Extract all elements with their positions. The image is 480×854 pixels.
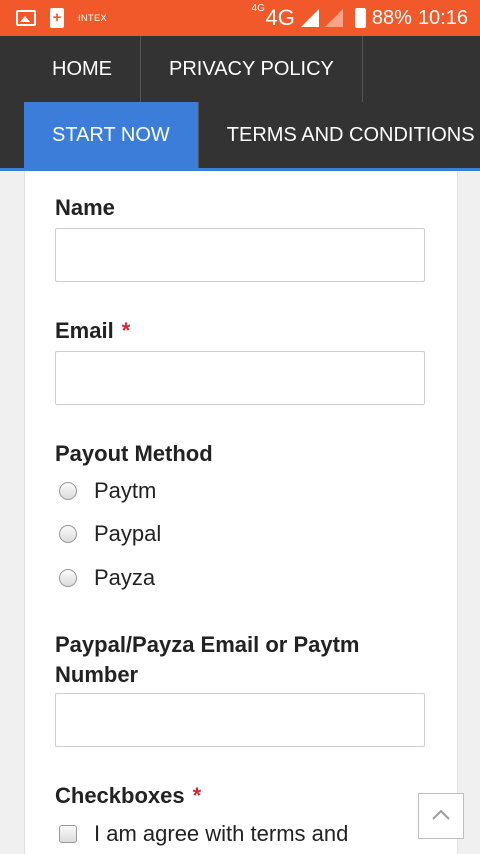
brand-label: INTEX: [78, 13, 108, 23]
battery-percent: 88%: [371, 6, 412, 29]
required-mark-checkboxes: *: [192, 783, 202, 808]
account-field[interactable]: [55, 693, 425, 747]
radio-label-paypal: Paypal: [94, 521, 162, 546]
network-superscript: 4G: [251, 3, 265, 14]
battery-icon: [354, 8, 366, 28]
radio-paytm[interactable]: [59, 482, 77, 500]
nav-item-home[interactable]: HOME: [24, 36, 141, 102]
account-label-line1: Paypal/Payza Email or Paytm: [55, 632, 360, 657]
radio-paypal[interactable]: [59, 525, 77, 543]
main-nav: HOME PRIVACY POLICY START NOW TERMS AND …: [0, 36, 480, 171]
email-field[interactable]: [55, 351, 425, 405]
clock: 10:16: [417, 6, 468, 29]
nav-item-terms-and-conditions[interactable]: TERMS AND CONDITIONS: [199, 102, 480, 168]
scroll-to-top-button[interactable]: [418, 793, 464, 839]
network-type: 4G 4G: [252, 3, 295, 31]
chevron-up-icon: [432, 809, 450, 820]
checkboxes-label-text: Checkboxes: [55, 783, 185, 808]
email-label: Email *: [55, 318, 130, 344]
battery-saver-icon: [50, 8, 64, 28]
name-field[interactable]: [55, 228, 425, 282]
signal-empty-icon: [324, 9, 343, 27]
payout-option-paytm[interactable]: Paytm: [59, 478, 156, 504]
payout-option-paypal[interactable]: Paypal: [59, 521, 161, 547]
payout-method-label: Payout Method: [55, 441, 213, 466]
form-card: Name Email * Payout Method Paytm Paypal P…: [24, 171, 458, 854]
radio-payza[interactable]: [59, 569, 77, 587]
terms-checkbox-label: I am agree with terms and: [94, 821, 349, 846]
name-label: Name: [55, 195, 115, 220]
radio-label-paytm: Paytm: [94, 478, 157, 503]
nav-item-start-now[interactable]: START NOW: [24, 102, 199, 168]
nav-item-privacy-policy[interactable]: PRIVACY POLICY: [141, 36, 363, 102]
required-mark: *: [121, 318, 131, 343]
signal-icon: [300, 9, 319, 27]
radio-label-payza: Payza: [94, 565, 156, 590]
image-icon: [16, 10, 36, 26]
checkboxes-label: Checkboxes *: [55, 783, 201, 809]
terms-checkbox-row[interactable]: I am agree with terms and: [59, 821, 348, 847]
terms-checkbox[interactable]: [59, 825, 77, 843]
nav-row-2: START NOW TERMS AND CONDITIONS: [24, 102, 480, 168]
nav-row-1: HOME PRIVACY POLICY: [24, 36, 363, 102]
account-label-line2: Number: [55, 662, 139, 687]
payout-option-payza[interactable]: Payza: [59, 565, 155, 591]
status-bar: INTEX 4G4G 88% 10:16: [0, 0, 480, 36]
account-label: Paypal/Payza Email or Paytm Number: [55, 630, 360, 690]
email-label-text: Email: [55, 318, 114, 343]
network-label: 4G: [265, 5, 295, 30]
